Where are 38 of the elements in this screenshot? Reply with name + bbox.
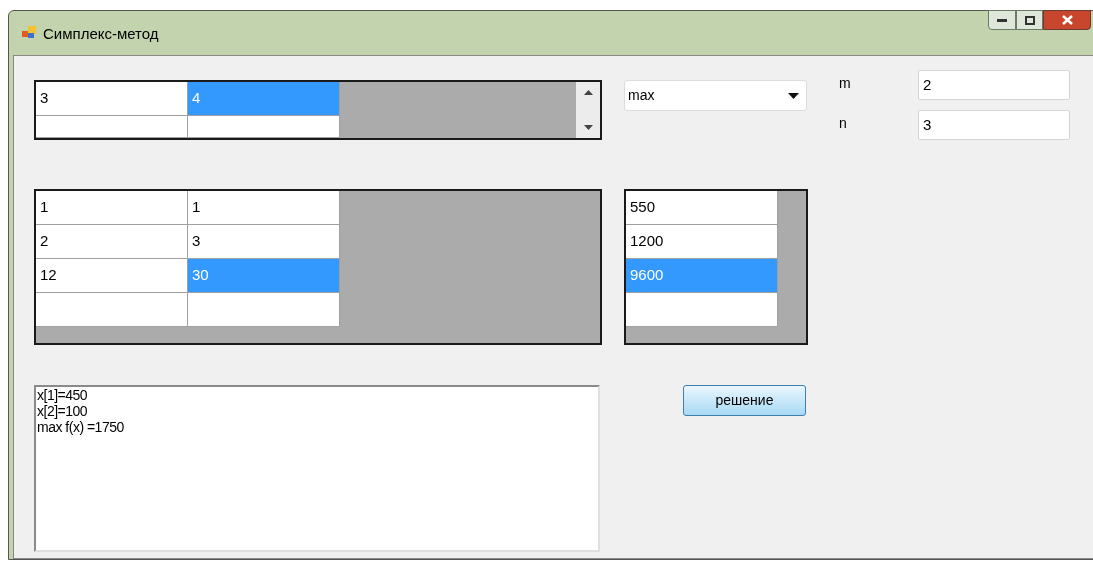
close-button[interactable] [1043,10,1091,30]
param-field[interactable]: 3 [918,110,1070,140]
grid-cell[interactable]: 2 [36,225,188,259]
grid-cell[interactable]: 1 [36,191,188,225]
grid-cell[interactable]: 550 [626,191,778,225]
grid-cell[interactable] [188,116,340,138]
param-label: n [839,114,848,133]
grid-cell[interactable] [188,293,340,327]
minimize-button[interactable] [988,10,1016,30]
grid-cell[interactable]: 3 [188,225,340,259]
data-grid[interactable]: 3 4 [34,80,602,140]
grid-cell[interactable] [36,293,188,327]
grid-cell[interactable] [626,293,778,327]
grid-cell[interactable]: 1200 [626,225,778,259]
minimize-icon [997,18,1007,22]
dropdown-arrow-icon [788,92,799,99]
scroll-down-icon[interactable] [583,125,593,130]
solve-button[interactable]: решение [683,385,806,416]
result-line: x[2]=100 [37,403,89,419]
result-line: max f(x) =1750 [37,419,125,435]
maximize-button[interactable] [1016,10,1043,30]
scrollbar[interactable] [576,82,600,138]
data-grid[interactable]: 550 1200 9600 [624,189,808,345]
grid-cell[interactable] [36,116,188,138]
app-icon [21,24,37,40]
grid-cell[interactable]: 1 [188,191,340,225]
scroll-up-icon[interactable] [583,90,593,95]
result-textarea[interactable]: x[1]=450 x[2]=100 max f(x) =1750 [34,385,600,552]
goal-dropdown[interactable]: max [624,80,807,111]
window-title: Симплекс-метод [43,24,159,44]
grid-cell[interactable]: 3 [36,82,188,116]
param-field[interactable]: 2 [918,70,1070,100]
close-icon [1061,15,1073,25]
data-grid[interactable]: 1 1 2 3 12 30 [34,189,602,345]
maximize-icon [1024,15,1035,25]
param-label: m [839,74,852,93]
result-line: x[1]=450 [37,387,89,403]
grid-cell[interactable]: 12 [36,259,188,293]
